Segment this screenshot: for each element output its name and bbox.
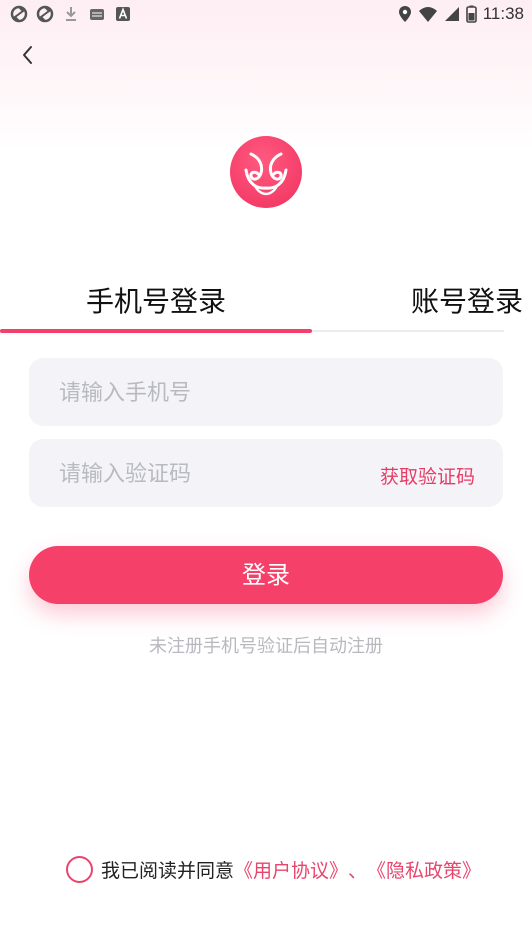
chevron-left-icon: [23, 46, 32, 64]
app-logo: [230, 136, 302, 208]
agreement-prefix: 我已阅读并同意: [101, 860, 235, 882]
verification-code-input[interactable]: [57, 439, 361, 509]
swan-logo-icon: [244, 152, 288, 196]
notification-icons: [10, 5, 132, 23]
user-agreement-link[interactable]: 《用户协议》: [234, 856, 348, 883]
register-hint: 未注册手机号验证后自动注册: [149, 636, 383, 657]
location-icon: [398, 6, 411, 22]
battery-icon: [465, 5, 477, 23]
status-bar: 11:38: [0, 0, 532, 28]
signal-icon: [444, 7, 459, 21]
sync-icon: [36, 5, 54, 23]
tab-phone-login[interactable]: 手机号登录: [86, 280, 226, 320]
system-icons: 11:38: [398, 4, 524, 24]
phone-field: [29, 358, 503, 428]
phone-input[interactable]: [57, 358, 481, 428]
privacy-policy-link[interactable]: 《隐私政策》: [367, 856, 481, 883]
active-tab-indicator: [0, 329, 312, 333]
wifi-icon: [418, 7, 437, 22]
tab-account-login[interactable]: 账号登录: [411, 280, 523, 320]
get-code-button[interactable]: 获取验证码: [380, 462, 475, 489]
login-button[interactable]: 登录: [29, 546, 503, 604]
sync-icon: [10, 5, 28, 23]
app-a-icon: [116, 7, 130, 21]
status-time: 11:38: [482, 4, 524, 23]
agreement-checkbox[interactable]: [66, 856, 93, 883]
agreement-separator: 、: [348, 860, 368, 882]
agreement-row: 我已阅读并同意 《用户协议》 、 《隐私政策》: [66, 856, 481, 883]
back-button[interactable]: [14, 40, 44, 70]
mail-icon: [90, 9, 104, 20]
verification-code-field: 获取验证码: [29, 439, 503, 509]
download-icon: [66, 7, 76, 21]
